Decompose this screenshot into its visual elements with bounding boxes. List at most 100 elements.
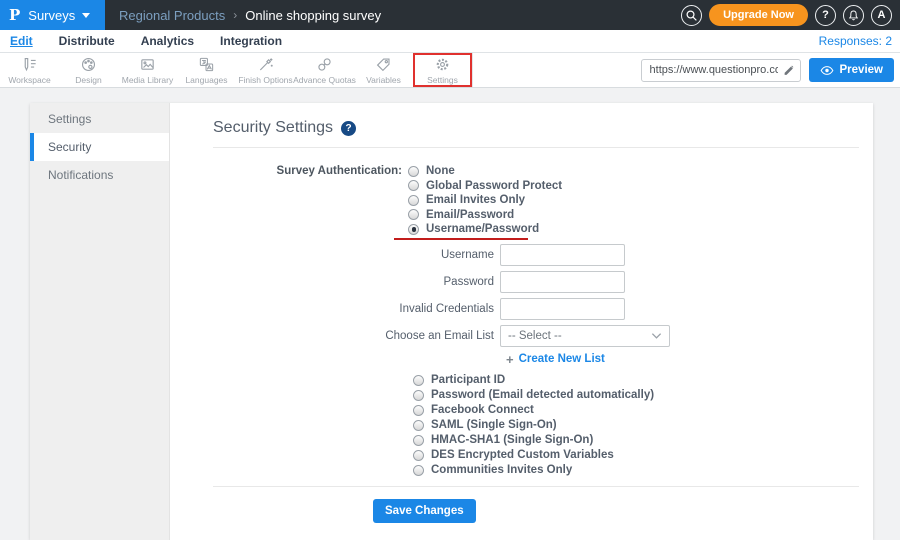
product-menu-label: Surveys [28,8,75,23]
radio-option-password-email-detected[interactable]: Password (Email detected automatically) [413,388,859,403]
save-changes-button[interactable]: Save Changes [373,499,476,523]
magic-wand-icon [257,56,274,73]
radio-icon[interactable] [408,195,419,206]
media-library-icon [139,56,156,73]
survey-url-input[interactable] [641,59,801,82]
sidebar-item-settings[interactable]: Settings [30,105,169,133]
radio-option-email-password[interactable]: Email/Password [408,208,562,223]
tab-integration[interactable]: Integration [220,34,282,48]
toolbar-item-advance-quotas[interactable]: Advance Quotas [295,53,354,87]
survey-authentication-label: Survey Authentication: [213,164,408,241]
toolbar-item-label: Advance Quotas [293,75,356,85]
toolbar-item-workspace[interactable]: Workspace [0,53,59,87]
responses-count[interactable]: Responses: 2 [819,34,892,48]
toolbar-item-label: Design [75,75,101,85]
radio-label: Global Password Protect [426,180,562,192]
radio-label: HMAC-SHA1 (Single Sign-On) [431,434,593,446]
toolbar-item-languages[interactable]: Languages [177,53,236,87]
radio-option-username-password[interactable]: Username/Password [408,222,562,237]
surveys-product-menu[interactable]: P Surveys [0,0,105,30]
security-settings-panel: Security Settings ? Survey Authenticatio… [170,103,873,540]
toolbar-item-label: Media Library [122,75,174,85]
toolbar-item-finish-options[interactable]: Finish Options [236,53,295,87]
toolbar-item-settings[interactable]: Settings [413,53,472,87]
questionpro-logo: P [9,6,20,24]
password-field[interactable] [500,271,625,293]
invalid-credentials-label: Invalid Credentials [213,303,500,315]
radio-label: DES Encrypted Custom Variables [431,449,614,461]
more-auth-options-group: Participant ID Password (Email detected … [413,373,859,478]
sidebar-item-security[interactable]: Security [30,133,169,161]
radio-option-hmac-sha1[interactable]: HMAC-SHA1 (Single Sign-On) [413,433,859,448]
edit-url-pencil-icon[interactable] [782,63,796,77]
radio-label: Communities Invites Only [431,464,572,476]
radio-icon[interactable] [413,465,424,476]
radio-icon[interactable] [408,180,419,191]
email-list-selected-value: -- Select -- [508,330,562,342]
radio-icon[interactable] [413,435,424,446]
radio-label: SAML (Single Sign-On) [431,419,557,431]
preview-button-label: Preview [840,64,883,76]
toolbar-right: Preview [641,53,900,87]
tab-analytics[interactable]: Analytics [141,34,194,48]
username-field[interactable] [500,244,625,266]
edit-toolbar: Workspace Design Media Library Languages… [0,53,900,88]
email-list-select[interactable]: -- Select -- [500,325,670,347]
survey-url-box [641,59,801,82]
radio-option-facebook-connect[interactable]: Facebook Connect [413,403,859,418]
radio-option-email-invites[interactable]: Email Invites Only [408,193,562,208]
eye-icon [820,65,834,76]
preview-button[interactable]: Preview [809,58,894,82]
radio-icon[interactable] [413,375,424,386]
email-list-row: Choose an Email List -- Select -- [213,325,859,347]
account-avatar[interactable]: A [871,5,892,26]
content-area: Settings Security Notifications Security… [0,89,900,530]
topbar-actions: Upgrade Now ? A [681,0,900,30]
tab-edit[interactable]: Edit [10,34,33,48]
toolbar-item-label: Variables [366,75,401,85]
radio-icon[interactable] [413,420,424,431]
help-button[interactable]: ? [815,5,836,26]
radio-icon[interactable] [408,166,419,177]
search-button[interactable] [681,5,702,26]
help-badge-icon[interactable]: ? [341,121,356,136]
title-row: Security Settings ? [213,119,859,137]
radio-option-communities-invites[interactable]: Communities Invites Only [413,463,859,478]
radio-option-none[interactable]: None [408,164,562,179]
radio-option-global-password[interactable]: Global Password Protect [408,179,562,194]
username-label: Username [213,249,500,261]
toolbar-item-media-library[interactable]: Media Library [118,53,177,87]
survey-authentication-row: Survey Authentication: None Global Passw… [213,164,859,241]
toolbar-item-design[interactable]: Design [59,53,118,87]
radio-option-des-encrypted[interactable]: DES Encrypted Custom Variables [413,448,859,463]
upgrade-now-button[interactable]: Upgrade Now [709,4,808,26]
chevron-down-icon [82,13,90,18]
topbar: P Surveys Regional Products › Online sho… [0,0,900,30]
tab-distribute[interactable]: Distribute [59,34,115,48]
radio-icon[interactable] [413,405,424,416]
radio-option-participant-id[interactable]: Participant ID [413,373,859,388]
radio-icon[interactable] [413,450,424,461]
invalid-credentials-field[interactable] [500,298,625,320]
radio-label: Participant ID [431,374,505,386]
radio-selected-icon[interactable] [408,224,419,235]
breadcrumb-folder[interactable]: Regional Products [119,8,225,23]
settings-sidebar: Settings Security Notifications [30,103,170,540]
toolbar-item-variables[interactable]: Variables [354,53,413,87]
create-new-list-row[interactable]: + Create New List [506,352,859,367]
invalid-credentials-row: Invalid Credentials [213,298,859,320]
radio-icon[interactable] [413,390,424,401]
title-divider [213,147,859,148]
radio-icon[interactable] [408,209,419,220]
radio-option-saml[interactable]: SAML (Single Sign-On) [413,418,859,433]
security-form: Survey Authentication: None Global Passw… [213,164,859,523]
auth-options-group: None Global Password Protect Email Invit… [408,164,562,241]
create-new-list-link[interactable]: Create New List [519,353,605,365]
chain-links-icon [316,56,333,73]
sidebar-item-notifications[interactable]: Notifications [30,161,169,189]
radio-label: Username/Password [426,223,539,235]
plus-icon: + [506,353,514,366]
tag-icon [375,56,392,73]
credential-fields: Username Password Invalid Credentials Ch… [213,244,859,367]
notifications-button[interactable] [843,5,864,26]
